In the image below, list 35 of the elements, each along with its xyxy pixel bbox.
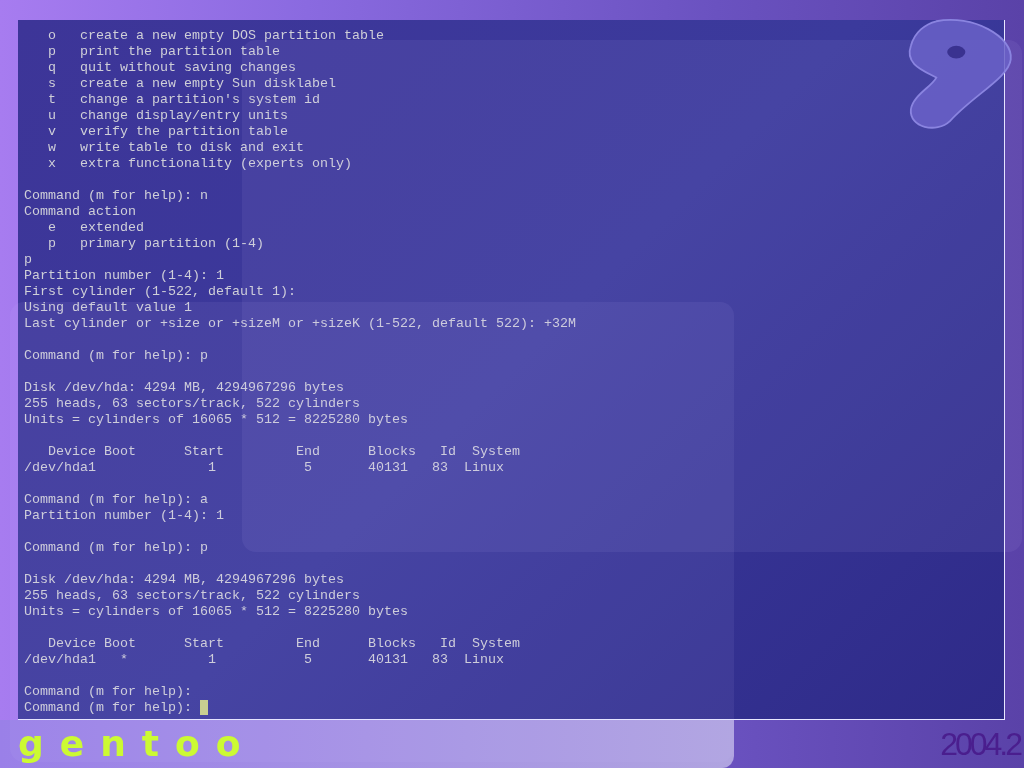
console-line: First cylinder (1-522, default 1): bbox=[24, 284, 296, 300]
console-line: e extended bbox=[47, 220, 144, 236]
console-line: Command action bbox=[24, 204, 136, 220]
console-line: 255 heads, 63 sectors/track, 522 cylinders bbox=[24, 396, 360, 412]
console-line: Command (m for help): a bbox=[24, 492, 208, 508]
console-line: /dev/hda1 * 1 5 40131 83 Linux bbox=[24, 652, 504, 668]
console-line: Device Boot Start End Blocks Id System bbox=[47, 636, 520, 652]
console-line: Units = cylinders of 16065 * 512 = 8225280 bytes bbox=[24, 604, 408, 620]
console-line: Command (m for help): n bbox=[24, 188, 208, 204]
console-line: s create a new empty Sun disklabel bbox=[47, 76, 336, 92]
console-line: u change display/entry units bbox=[47, 108, 288, 124]
console-line: Units = cylinders of 16065 * 512 = 8225280 bytes bbox=[24, 412, 408, 428]
console-line: Partition number (1-4): 1 bbox=[24, 268, 224, 284]
console-line: Command (m for help): bbox=[24, 700, 193, 716]
console-line: o create a new empty DOS partition table bbox=[47, 28, 384, 44]
logo-text: gentoo bbox=[18, 726, 257, 762]
console-line: /dev/hda1 1 5 40131 83 Linux bbox=[24, 460, 504, 476]
console-line: Command (m for help): bbox=[24, 684, 192, 700]
console-line: x extra functionality (experts only) bbox=[47, 156, 352, 172]
console-line: p print the partition table bbox=[47, 44, 280, 60]
console-line: Using default value 1 bbox=[24, 300, 192, 316]
console-line: Last cylinder or +size or +sizeM or +sizeK (1-522, default 522): +32M bbox=[24, 316, 576, 332]
console-line: Device Boot Start End Blocks Id System bbox=[47, 444, 520, 460]
console-line: Disk /dev/hda: 4294 MB, 4294967296 bytes bbox=[24, 380, 344, 396]
console-line: 255 heads, 63 sectors/track, 522 cylinders bbox=[24, 588, 360, 604]
console-line: Disk /dev/hda: 4294 MB, 4294967296 bytes bbox=[24, 572, 344, 588]
console-line: v verify the partition table bbox=[47, 124, 288, 140]
console-line: t change a partition's system id bbox=[47, 92, 320, 108]
console-line: Command (m for help): p bbox=[24, 348, 208, 364]
console-line: Command (m for help): p bbox=[24, 540, 208, 556]
console-line: p bbox=[24, 252, 32, 268]
console-line: w write table to disk and exit bbox=[47, 140, 304, 156]
console-line: q quit without saving changes bbox=[47, 60, 296, 76]
console-line: Partition number (1-4): 1 bbox=[24, 508, 224, 524]
console-line: p primary partition (1-4) bbox=[47, 236, 264, 252]
